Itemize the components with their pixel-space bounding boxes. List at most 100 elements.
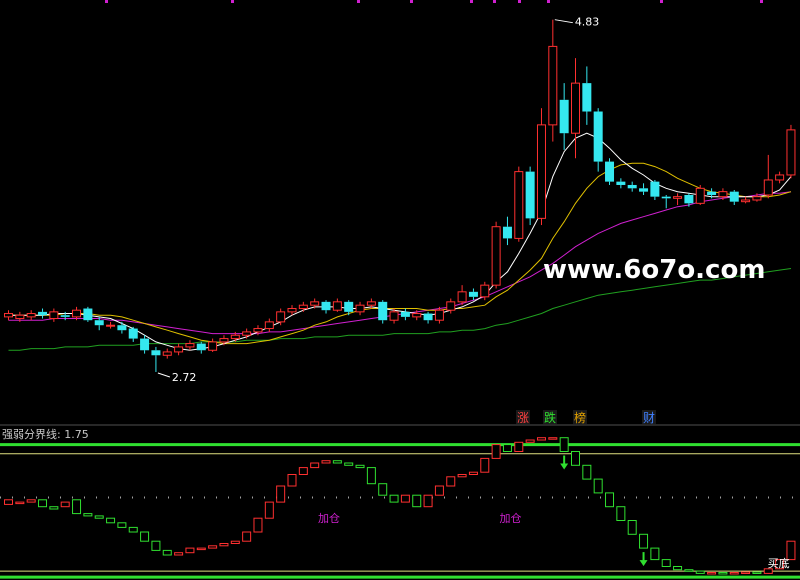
indicator-bar-down — [49, 506, 59, 510]
candle-body-up — [174, 346, 184, 353]
indicator-bar-up — [174, 552, 184, 556]
candle — [468, 288, 478, 301]
candle-body-up — [287, 308, 297, 313]
candle-body-down — [525, 171, 535, 219]
indicator-annotation: 买底 — [768, 556, 790, 570]
indicator-bar-up — [219, 543, 229, 547]
sell-arrow-head — [560, 463, 569, 470]
candle-body-down — [616, 181, 626, 185]
indicator-bar-down — [571, 451, 580, 466]
indicator-bar-up — [242, 531, 252, 542]
candle — [639, 183, 649, 195]
candle — [298, 301, 308, 312]
indicator-bar-down — [650, 547, 660, 561]
indicator-bar-up — [468, 471, 478, 476]
indicator-bar-down — [559, 437, 569, 453]
top-tick-0 — [105, 0, 108, 3]
candle-body-down — [400, 311, 410, 317]
candle — [616, 178, 626, 189]
top-tick-7 — [547, 0, 550, 3]
candle-body-down — [423, 313, 433, 321]
candle — [83, 306, 93, 322]
indicator-bar-down — [752, 571, 762, 575]
candle-body-up — [276, 311, 286, 323]
candle — [355, 301, 365, 316]
indicator-bar-down — [355, 464, 365, 469]
indicator-bar-up — [310, 462, 320, 469]
indicator-bar-down — [627, 520, 637, 535]
moving-average-lines — [8, 132, 792, 351]
top-tick-3 — [410, 0, 413, 3]
candle — [4, 310, 13, 321]
indicator-annotations: 加仓 加仓买底 — [318, 511, 790, 570]
candle — [741, 196, 751, 204]
top-tick-1 — [231, 0, 234, 3]
candle-body-down — [582, 83, 592, 112]
candle — [174, 343, 184, 356]
indicator-bar-up — [457, 474, 467, 478]
chart-svg: 4.83 2.72 涨跌 榜 财 加仓 加仓买底 强弱分界线: 1.75 www.6o7… — [0, 0, 800, 579]
candle-body-up — [775, 174, 785, 181]
indicator-bar-down — [140, 531, 150, 542]
event-mark: 跌 — [544, 410, 556, 425]
candle — [140, 335, 150, 354]
indicator-bar-up — [514, 441, 524, 452]
candle-body-up — [480, 284, 490, 298]
indicator-bar-down — [718, 571, 728, 575]
candle-body-up — [264, 321, 274, 330]
indicator-bar-up — [298, 467, 308, 476]
candle — [536, 108, 546, 226]
indicator-bar-down — [582, 464, 592, 480]
indicator-bar-down — [389, 494, 399, 503]
candle — [332, 298, 342, 312]
indicator-level-lines — [0, 443, 800, 579]
indicator-bar-up — [264, 501, 274, 519]
candle — [400, 308, 410, 321]
candle-body-down — [650, 181, 660, 197]
indicator-bar-up — [208, 545, 218, 549]
candle — [775, 171, 785, 184]
candle-body-up — [253, 328, 263, 333]
candle-body-up — [718, 191, 728, 198]
candle-body-up — [763, 179, 773, 196]
indicator-bar-up — [253, 517, 263, 533]
candle-body-down — [196, 343, 206, 351]
candle-body-down — [94, 320, 104, 326]
candle — [514, 166, 524, 242]
indicator-bar-up — [446, 476, 456, 487]
indicator-bar-up — [741, 571, 751, 575]
indicator-bar-up — [480, 457, 490, 473]
event-marks: 涨跌 榜 财 — [516, 410, 656, 425]
top-tick-marks — [105, 0, 763, 3]
top-tick-9 — [760, 0, 763, 3]
candle-body-up — [412, 313, 422, 318]
candle — [627, 181, 637, 192]
candle — [185, 340, 195, 351]
candle-body-up — [72, 309, 82, 318]
candle-body-up — [695, 187, 705, 204]
candle — [593, 108, 603, 172]
candle — [502, 216, 512, 246]
indicator-bar-down — [72, 499, 82, 515]
indicator-bar-down — [684, 569, 694, 572]
indicator-bar-up — [321, 460, 331, 464]
candle-body-down — [468, 291, 478, 297]
candle-body-down — [38, 311, 48, 316]
candle-body-down — [684, 194, 694, 204]
candle — [49, 308, 59, 322]
candle-body-down — [60, 315, 70, 317]
candle — [650, 179, 660, 200]
candle — [321, 300, 331, 314]
candle-body-up — [185, 343, 195, 348]
candle-body-up — [208, 341, 218, 351]
candle-body-up — [230, 334, 240, 340]
top-tick-2 — [357, 0, 360, 3]
top-tick-5 — [493, 0, 496, 3]
indicator-bar-up — [26, 499, 36, 503]
candle-body-up — [332, 301, 342, 311]
candle — [661, 194, 671, 209]
candle — [128, 326, 138, 342]
candle-body-up — [457, 291, 467, 303]
indicator-bar-down — [616, 506, 626, 522]
indicator-bar-up — [548, 437, 558, 440]
